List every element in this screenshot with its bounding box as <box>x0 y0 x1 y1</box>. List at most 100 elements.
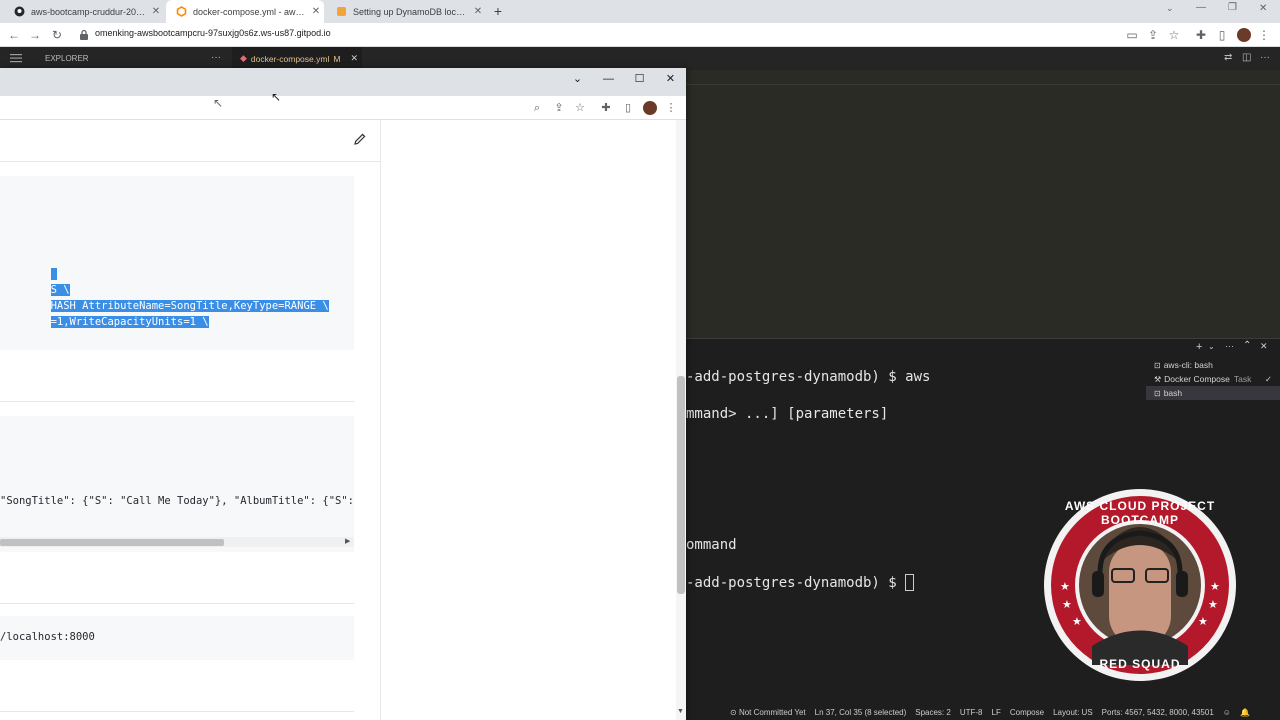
chevron-down-icon[interactable]: ⌄ <box>562 68 593 96</box>
close-window-icon[interactable]: ✕ <box>1259 3 1273 14</box>
tab-dynamodb-docs[interactable]: Setting up DynamoDB local (do ✕ <box>326 0 486 23</box>
maximize-icon[interactable]: ☐ <box>624 68 655 96</box>
keyboard-layout[interactable]: Layout: US <box>1053 708 1093 717</box>
minimize-icon[interactable]: — <box>593 68 624 96</box>
minimize-icon[interactable]: — <box>1196 2 1210 13</box>
lock-icon <box>76 27 92 43</box>
git-status[interactable]: ⊙ Not Committed Yet <box>730 708 806 717</box>
terminal-line: ommand <box>686 537 737 553</box>
zoom-icon[interactable]: ⌕ <box>528 99 546 117</box>
explorer-more-icon[interactable]: ··· <box>211 52 221 63</box>
share-icon[interactable]: ⇪ <box>550 99 568 117</box>
bookmark-star-icon[interactable]: ☆ <box>1166 27 1182 43</box>
svg-text:★: ★ <box>1210 581 1220 593</box>
modified-badge: M <box>333 53 341 64</box>
code-line: "SongTitle": {"S": "Call Me Today"}, "Al… <box>0 495 355 507</box>
terminal-list-item[interactable]: ⊡ bash <box>1146 386 1280 400</box>
popup-browser-window: ⌄ — ☐ ✕ ⌕ ⇪ ☆ ✚ ▯ ⋮ ↖ ↖ S \ HASH Attribu… <box>0 68 686 720</box>
bookmark-star-icon[interactable]: ☆ <box>571 99 589 117</box>
close-icon[interactable]: ✕ <box>655 68 686 96</box>
share-icon[interactable]: ⇪ <box>1145 27 1161 43</box>
extensions-icon[interactable]: ✚ <box>597 99 615 117</box>
terminal-panel[interactable]: + ⌄ ··· ⌃ ✕ -add-postgres-dynamodb) $ aw… <box>678 338 1280 704</box>
terminal-list-label: Docker Compose <box>1164 374 1230 384</box>
split-editor-icon[interactable]: ◫ <box>1242 52 1251 63</box>
webcam-overlay: ★ ★ ★ ★ ★ ★ AWS CLOUD PROJECT BOOTCAMP R… <box>1042 487 1238 683</box>
extensions-icon[interactable]: ✚ <box>1193 27 1209 43</box>
new-terminal-icon[interactable]: + <box>1196 341 1202 353</box>
github-icon <box>14 6 25 17</box>
more-actions-icon[interactable]: ··· <box>1225 341 1234 351</box>
language-mode[interactable]: Compose <box>1010 708 1044 717</box>
edit-pencil-icon[interactable] <box>353 132 367 146</box>
encoding[interactable]: UTF-8 <box>960 708 983 717</box>
avatar[interactable] <box>643 101 657 115</box>
tools-icon: ⚒ <box>1154 374 1162 384</box>
code-block[interactable]: S \ HASH AttributeName=SongTitle,KeyType… <box>0 176 354 350</box>
reload-icon[interactable]: ↻ <box>49 27 65 43</box>
tab-label: Setting up DynamoDB local (do <box>353 6 470 17</box>
back-icon[interactable]: ← <box>6 27 22 43</box>
chevron-down-icon[interactable]: ⌄ <box>1208 342 1215 351</box>
sidepanel-icon[interactable]: ▯ <box>1214 27 1230 43</box>
check-icon: ✓ <box>1264 373 1272 384</box>
code-block[interactable]: "SongTitle": {"S": "Call Me Today"}, "Al… <box>0 416 354 552</box>
new-tab-button[interactable]: + <box>490 4 506 20</box>
ports[interactable]: Ports: 4567, 5432, 8000, 43501 <box>1102 708 1214 717</box>
chevron-down-icon[interactable]: ⌄ <box>1166 3 1180 14</box>
svg-text:★: ★ <box>1062 599 1072 611</box>
forward-icon[interactable]: → <box>27 27 43 43</box>
scrollbar-thumb[interactable] <box>677 376 685 594</box>
badge-top-text: AWS CLOUD PROJECT BOOTCAMP <box>1064 499 1216 527</box>
tab-github[interactable]: aws-bootcamp-cruddur-2023/w ✕ <box>4 0 164 23</box>
tab-gitpod[interactable]: docker-compose.yml - aws-boot ✕ <box>166 0 324 23</box>
compare-icon[interactable]: ⇄ <box>1224 52 1232 63</box>
scroll-right-icon[interactable]: ▶ <box>345 537 350 545</box>
horizontal-scrollbar[interactable]: ▶ <box>0 537 354 547</box>
menu-icon[interactable]: ⋮ <box>1256 27 1272 43</box>
account-icon[interactable]: ☺ <box>1223 708 1231 717</box>
indent-setting[interactable]: Spaces: 2 <box>915 708 951 717</box>
terminal-line: -add-postgres-dynamodb) $ <box>686 574 906 591</box>
editor-tab[interactable]: ◆ docker-compose.yml M ✕ <box>232 47 362 70</box>
task-tag: Task <box>1233 374 1252 384</box>
docker-file-icon: ◆ <box>240 53 247 63</box>
terminal-list: ⊡ aws-cli: bash ⚒ Docker Compose Task ✓ … <box>1146 358 1280 400</box>
address-bar[interactable]: omenking-awsbootcampcru-97suxjg0s6z.ws-u… <box>95 28 331 38</box>
bell-icon[interactable]: 🔔 <box>1240 708 1250 717</box>
close-icon[interactable]: ✕ <box>470 6 486 17</box>
git-status-label: Not Committed Yet <box>738 707 806 717</box>
sidepanel-icon[interactable]: ▯ <box>619 99 637 117</box>
scroll-down-icon[interactable]: ▼ <box>677 708 684 715</box>
eol[interactable]: LF <box>992 708 1001 717</box>
editor-tab-label: docker-compose.yml <box>250 53 330 64</box>
close-icon[interactable]: ✕ <box>350 53 358 64</box>
avatar[interactable] <box>1237 28 1251 42</box>
code-block[interactable]: /localhost:8000 <box>0 616 354 660</box>
page-scrollbar[interactable]: ▼ <box>676 120 686 720</box>
window-titlebar[interactable]: ⌄ — ☐ ✕ <box>0 68 686 96</box>
close-icon[interactable]: ✕ <box>308 6 324 17</box>
content-divider <box>380 120 381 720</box>
maximize-panel-icon[interactable]: ⌃ <box>1243 340 1251 351</box>
hamburger-icon[interactable] <box>10 53 22 63</box>
divider <box>0 603 354 604</box>
editor-divider <box>686 84 1280 85</box>
close-icon[interactable]: ✕ <box>148 6 164 17</box>
tab-label: docker-compose.yml - aws-boot <box>193 6 308 17</box>
restore-icon[interactable]: ❐ <box>1228 2 1242 13</box>
editor-area[interactable] <box>686 70 1280 338</box>
vscode-header: EXPLORER ··· ◆ docker-compose.yml M ✕ ⇄ … <box>0 47 1280 70</box>
scrollbar-thumb[interactable] <box>0 539 224 546</box>
more-actions-icon[interactable]: ··· <box>1260 52 1270 63</box>
menu-icon[interactable]: ⋮ <box>662 99 680 117</box>
terminal-list-item[interactable]: ⊡ aws-cli: bash <box>1146 358 1280 372</box>
terminal-cursor <box>905 574 915 591</box>
page-icon[interactable]: ▭ <box>1124 27 1140 43</box>
terminal-icon: ⊡ <box>1154 360 1161 370</box>
gitpod-icon <box>176 6 187 17</box>
close-panel-icon[interactable]: ✕ <box>1260 341 1268 352</box>
terminal-list-label: aws-cli: bash <box>1163 360 1213 370</box>
cursor-position[interactable]: Ln 37, Col 35 (8 selected) <box>815 708 907 717</box>
terminal-list-item[interactable]: ⚒ Docker Compose Task ✓ <box>1146 372 1280 386</box>
